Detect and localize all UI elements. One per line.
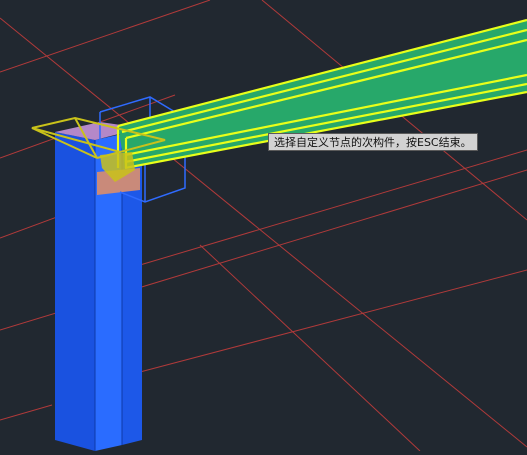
steel-beam-selected[interactable]: [31, 18, 527, 182]
column-flange-left: [55, 132, 95, 451]
grid-line: [139, 269, 527, 373]
grid-line: [139, 149, 527, 266]
command-prompt-tooltip: 选择自定义节点的次构件，按ESC结束。: [268, 133, 478, 151]
grid-line: [0, 0, 211, 73]
cad-3d-viewport[interactable]: 选择自定义节点的次构件，按ESC结束。: [0, 0, 527, 452]
grid-line: [0, 404, 53, 421]
